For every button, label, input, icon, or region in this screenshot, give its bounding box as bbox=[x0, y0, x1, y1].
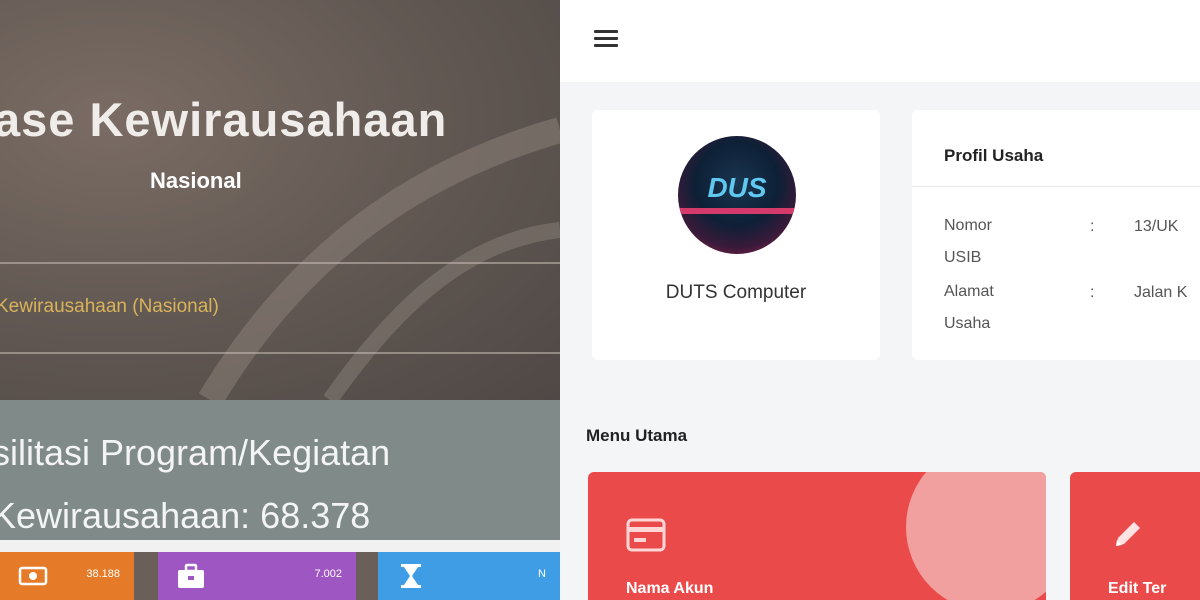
menu-card-nama-akun[interactable]: Nama Akun bbox=[588, 472, 1046, 600]
hero-title: ase Kewirausahaan bbox=[0, 93, 448, 146]
stat-card-money[interactable]: 38.188 bbox=[0, 552, 134, 600]
profile-card: DUS DUTS Computer bbox=[592, 110, 880, 360]
logo-text: DUS bbox=[707, 172, 767, 203]
usaha-value-nomor: 13/UK bbox=[1134, 218, 1179, 235]
usaha-value-alamat: Jalan K bbox=[1134, 284, 1188, 301]
hero-link[interactable]: Kewirausahaan (Nasional) bbox=[0, 296, 219, 318]
menu-card-label: Edit Ter bbox=[1108, 580, 1167, 597]
facilitation-text-line1: silitasi Program/Kegiatan bbox=[0, 432, 391, 473]
pencil-icon bbox=[1116, 522, 1140, 546]
divider bbox=[0, 352, 560, 354]
stat-card-hourglass[interactable]: N bbox=[378, 552, 560, 600]
background-landing-page: ase Kewirausahaan Nasional Kewirausahaan… bbox=[0, 0, 560, 600]
stat-value: 7.002 bbox=[314, 568, 342, 580]
business-logo: DUS bbox=[678, 136, 796, 254]
money-icon bbox=[18, 566, 48, 586]
colon: : bbox=[1090, 284, 1095, 301]
facilitation-text-line2: Kewirausahaan: 68.378 bbox=[0, 495, 371, 536]
menu-card-edit[interactable]: Edit Ter bbox=[1070, 472, 1200, 600]
stat-value: 38.188 bbox=[86, 568, 120, 580]
usaha-label-nomor: Nomor USIB bbox=[944, 217, 993, 266]
stat-card-briefcase[interactable]: 7.002 bbox=[158, 552, 356, 600]
hero-swoosh-decoration bbox=[198, 117, 560, 400]
menu-utama-title: Menu Utama bbox=[586, 426, 688, 445]
briefcase-icon bbox=[178, 563, 204, 588]
business-name: DUTS Computer bbox=[665, 282, 807, 303]
stats-gap bbox=[0, 540, 560, 552]
colon: : bbox=[1090, 218, 1095, 235]
hourglass-icon bbox=[401, 564, 421, 588]
logo-stripe bbox=[678, 208, 796, 214]
profil-usaha-title: Profil Usaha bbox=[944, 146, 1044, 165]
card-decoration bbox=[906, 472, 1046, 600]
divider bbox=[0, 262, 560, 264]
dashboard-panel: DUS DUTS Computer Profil Usaha Nomor USI… bbox=[560, 0, 1200, 600]
divider bbox=[912, 186, 1200, 187]
profil-usaha-card: Profil Usaha Nomor USIB : 13/UK Alamat U… bbox=[912, 110, 1200, 360]
top-navbar bbox=[560, 0, 1200, 82]
hamburger-menu-icon[interactable] bbox=[594, 30, 618, 48]
usaha-label-alamat: Alamat Usaha bbox=[944, 283, 994, 332]
menu-card-label: Nama Akun bbox=[626, 580, 714, 597]
hero-subtitle: Nasional bbox=[150, 168, 242, 193]
card-icon bbox=[626, 518, 666, 552]
stat-value: N bbox=[538, 568, 546, 580]
